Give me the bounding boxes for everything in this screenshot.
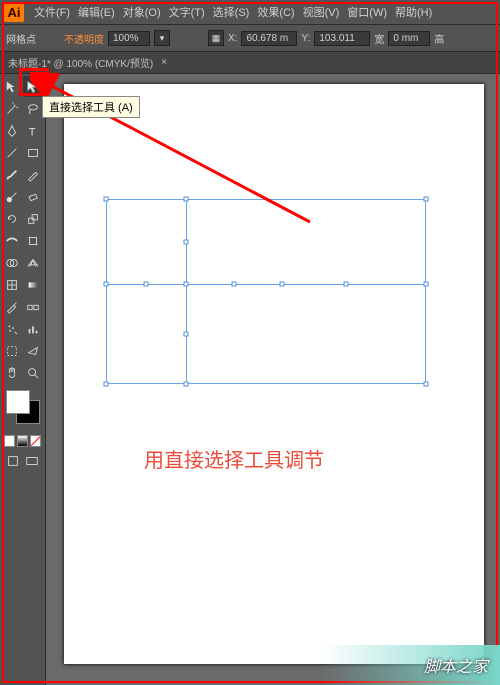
close-tab-icon[interactable]: × — [161, 57, 167, 68]
draw-mode-icon[interactable] — [4, 452, 22, 470]
menu-select[interactable]: 选择(S) — [209, 4, 254, 20]
fill-swatch[interactable] — [6, 390, 30, 414]
menu-view[interactable]: 视图(V) — [299, 4, 344, 20]
menu-effect[interactable]: 效果(C) — [253, 4, 298, 20]
color-mode-solid[interactable] — [4, 435, 15, 447]
y-label: Y: — [301, 33, 310, 44]
color-mode-gradient[interactable] — [17, 435, 28, 447]
eyedropper-tool[interactable] — [2, 296, 22, 317]
paintbrush-tool[interactable] — [2, 164, 22, 185]
lasso-tool[interactable] — [23, 98, 43, 119]
rectangle-tool[interactable] — [23, 142, 43, 163]
document-tab[interactable]: 未标题-1* @ 100% (CMYK/预览) × — [0, 52, 500, 74]
blob-brush-tool[interactable] — [2, 186, 22, 207]
screen-mode-row — [2, 450, 43, 472]
gradient-tool[interactable] — [23, 274, 43, 295]
menu-object[interactable]: 对象(O) — [119, 4, 165, 20]
shape-builder-tool[interactable] — [2, 252, 22, 273]
tools-panel: T — [0, 74, 46, 685]
scale-tool[interactable] — [23, 208, 43, 229]
magic-wand-tool[interactable] — [2, 98, 22, 119]
opacity-label: 不透明度 — [64, 31, 104, 46]
w-label: 宽 — [374, 31, 384, 46]
app-logo-icon: Ai — [4, 2, 24, 22]
color-mode-row — [2, 433, 43, 449]
column-graph-tool[interactable] — [23, 318, 43, 339]
pen-tool[interactable] — [2, 120, 22, 141]
line-tool[interactable] — [2, 142, 22, 163]
free-transform-tool[interactable] — [23, 230, 43, 251]
rotate-tool[interactable] — [2, 208, 22, 229]
workspace: T — [0, 74, 500, 685]
menu-file[interactable]: 文件(F) — [30, 4, 74, 20]
hand-tool[interactable] — [2, 362, 22, 383]
menu-text[interactable]: 文字(T) — [165, 4, 209, 20]
dropdown-icon[interactable]: ▾ — [154, 30, 170, 46]
transform-icon[interactable]: ▦ — [208, 30, 224, 46]
y-field[interactable] — [314, 31, 370, 46]
menu-window[interactable]: 窗口(W) — [343, 4, 391, 20]
menu-edit[interactable]: 编辑(E) — [74, 4, 119, 20]
zoom-tool[interactable] — [23, 362, 43, 383]
tool-tooltip: 直接选择工具 (A) — [42, 96, 140, 118]
canvas-annotation-text: 用直接选择工具调节 — [144, 444, 324, 473]
svg-text:T: T — [29, 126, 36, 138]
menu-help[interactable]: 帮助(H) — [391, 4, 436, 20]
selection-tool[interactable] — [2, 76, 22, 97]
canvas-area[interactable]: 用直接选择工具调节 — [46, 74, 500, 685]
x-label: X: — [228, 33, 237, 44]
options-bar: 网格点 不透明度 ▾ ▦ X: Y: 宽 高 — [0, 24, 500, 52]
perspective-grid-tool[interactable] — [23, 252, 43, 273]
color-mode-none[interactable] — [30, 435, 41, 447]
document-title: 未标题-1* @ 100% (CMYK/预览) — [8, 55, 153, 70]
watermark-text: 脚本之家 — [424, 653, 488, 677]
type-tool[interactable]: T — [23, 120, 43, 141]
mesh-tool[interactable] — [2, 274, 22, 295]
fill-stroke-swatches[interactable] — [2, 384, 43, 432]
width-tool[interactable] — [2, 230, 22, 251]
blend-tool[interactable] — [23, 296, 43, 317]
artboard-tool[interactable] — [2, 340, 22, 361]
w-field[interactable] — [388, 31, 430, 46]
artboard[interactable]: 用直接选择工具调节 — [64, 84, 484, 664]
direct-selection-tool[interactable] — [23, 76, 43, 97]
eraser-tool[interactable] — [23, 186, 43, 207]
selected-grid-object[interactable] — [106, 199, 426, 384]
anchor-label: 网格点 — [6, 31, 36, 46]
pencil-tool[interactable] — [23, 164, 43, 185]
screen-mode-icon[interactable] — [24, 452, 42, 470]
x-field[interactable] — [241, 31, 297, 46]
menubar: Ai 文件(F) 编辑(E) 对象(O) 文字(T) 选择(S) 效果(C) 视… — [0, 0, 500, 24]
slice-tool[interactable] — [23, 340, 43, 361]
symbol-sprayer-tool[interactable] — [2, 318, 22, 339]
h-label: 高 — [434, 31, 444, 46]
zoom-field[interactable] — [108, 31, 150, 46]
